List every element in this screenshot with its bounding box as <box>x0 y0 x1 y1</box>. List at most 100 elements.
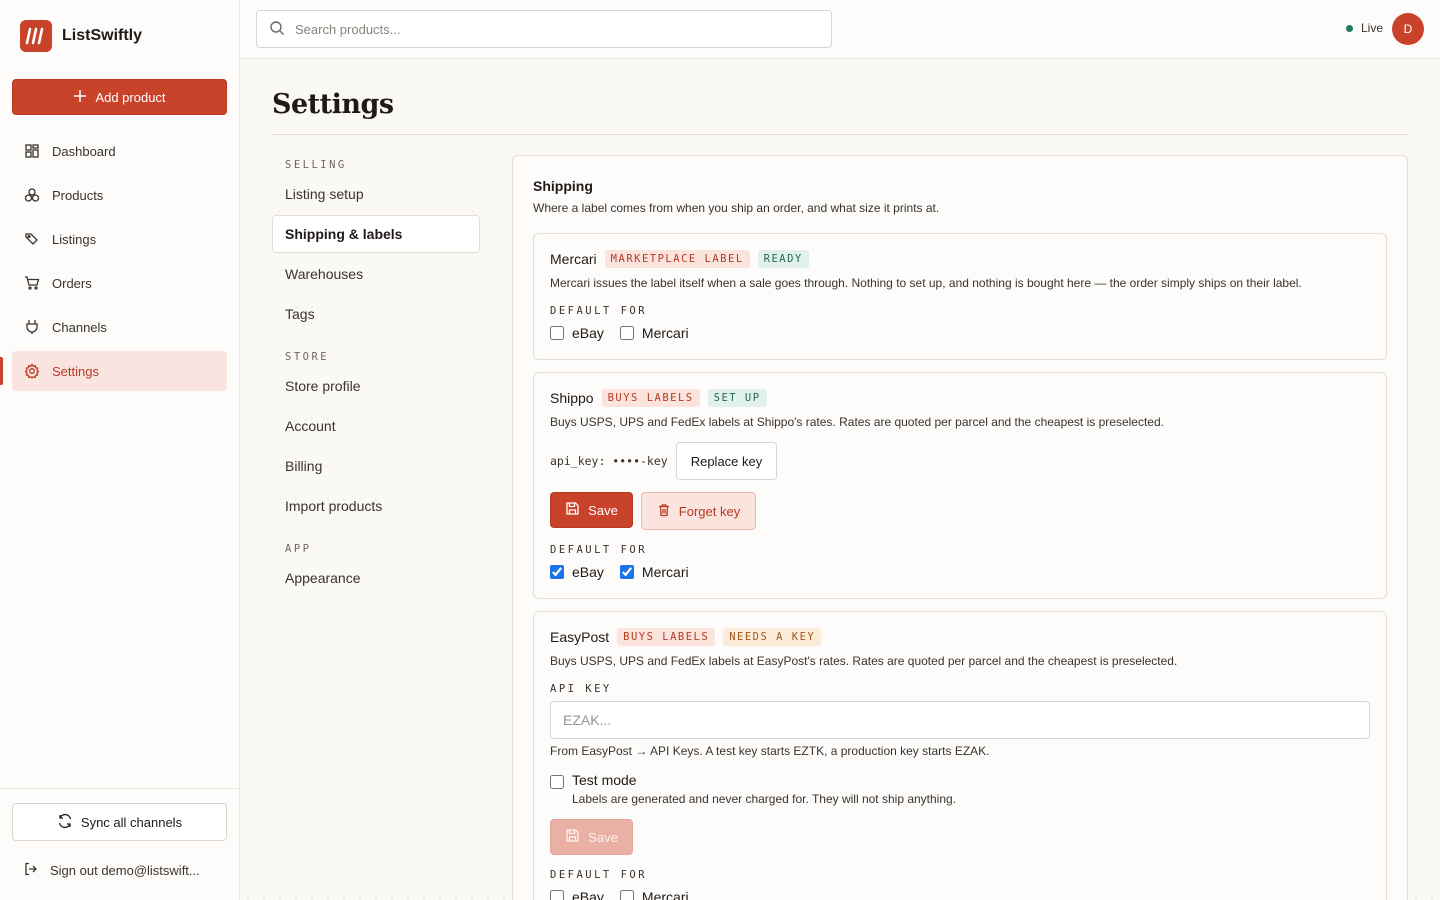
subnav-item-import-products[interactable]: Import products <box>272 487 480 525</box>
forget-key-button[interactable]: Forget key <box>641 492 756 530</box>
save-button[interactable]: Save <box>550 492 633 528</box>
shipping-title: Shipping <box>533 178 593 194</box>
provider-name: Mercari <box>550 251 597 267</box>
gear-icon <box>24 363 40 379</box>
sidebar-item-listings[interactable]: Listings <box>12 219 227 259</box>
plug-icon <box>24 319 40 335</box>
status-badge: NEEDS A KEY <box>723 628 822 646</box>
title-divider <box>272 134 1408 135</box>
default-mercari-checkbox[interactable]: Mercari <box>619 564 689 580</box>
default-for-label: DEFAULT FOR <box>550 869 648 881</box>
api-key-help: From EasyPost → API Keys. A test key sta… <box>550 744 990 758</box>
checkbox-label: eBay <box>572 564 604 580</box>
add-product-button[interactable]: Add product <box>12 79 227 115</box>
subnav-item-shipping-labels[interactable]: Shipping & labels <box>272 215 480 253</box>
subnav-item-tags[interactable]: Tags <box>272 295 480 333</box>
sidebar-item-products[interactable]: Products <box>12 175 227 215</box>
sign-out-label: Sign out demo@listswift... <box>50 863 200 878</box>
provider-card-easypost: EasyPost BUYS LABELS NEEDS A KEY Buys US… <box>533 611 1387 900</box>
checkbox-label: Mercari <box>641 325 689 341</box>
settings-subnav: SELLING Listing setup Shipping & labels … <box>272 155 480 599</box>
brand-logo-icon <box>20 20 52 52</box>
subnav-group-app: APP <box>285 543 312 555</box>
sidebar-footer: Sync all channels Sign out demo@listswif… <box>0 788 239 878</box>
topbar: Live D <box>240 0 1440 59</box>
api-key-input[interactable] <box>550 701 1370 739</box>
default-ebay-checkbox[interactable]: eBay <box>550 564 604 580</box>
status-dot-icon <box>1346 24 1353 32</box>
sidebar-item-channels[interactable]: Channels <box>12 307 227 347</box>
sync-all-channels-button[interactable]: Sync all channels <box>12 803 227 841</box>
sign-out-link[interactable]: Sign out demo@listswift... <box>24 862 224 879</box>
default-for-checks: eBay Mercari <box>550 564 705 580</box>
checkbox-input[interactable] <box>550 565 564 579</box>
live-status: Live <box>1346 21 1383 35</box>
checkbox-label: eBay <box>572 325 604 341</box>
sync-label: Sync all channels <box>80 814 183 830</box>
test-mode-toggle[interactable]: Test mode Labels are generated and never… <box>550 772 956 806</box>
checkbox-input[interactable] <box>550 890 564 900</box>
refresh-icon <box>57 813 73 832</box>
subnav-item-account[interactable]: Account <box>272 407 480 445</box>
default-ebay-checkbox[interactable]: eBay <box>550 325 604 341</box>
avatar[interactable]: D <box>1392 13 1424 45</box>
live-status-label: Live <box>1361 21 1384 35</box>
default-ebay-checkbox[interactable]: eBay <box>550 889 604 900</box>
checkbox-input[interactable] <box>619 890 634 900</box>
subnav-group-store: STORE <box>285 351 330 363</box>
provider-header: Shippo BUYS LABELS SET UP <box>550 389 767 407</box>
subnav-item-warehouses[interactable]: Warehouses <box>272 255 480 293</box>
provider-card-mercari: Mercari MARKETPLACE LABEL READY Mercari … <box>533 233 1387 360</box>
search-input[interactable] <box>295 21 815 37</box>
test-mode-checkbox[interactable] <box>550 775 564 789</box>
products-icon <box>24 187 40 203</box>
provider-description: Buys USPS, UPS and FedEx labels at Shipp… <box>550 415 1164 429</box>
test-mode-label: Test mode <box>572 772 637 788</box>
provider-card-shippo: Shippo BUYS LABELS SET UP Buys USPS, UPS… <box>533 372 1387 599</box>
save-label: Save <box>588 829 618 845</box>
add-product-label: Add product <box>95 89 166 105</box>
tag-icon <box>24 231 40 247</box>
checkbox-label: Mercari <box>641 564 689 580</box>
sidebar-item-dashboard[interactable]: Dashboard <box>12 131 227 171</box>
save-button-disabled[interactable]: Save <box>550 819 633 855</box>
logout-icon <box>24 862 38 879</box>
page-title: Settings <box>272 89 394 120</box>
checkbox-label: Mercari <box>641 889 689 900</box>
checkbox-label: eBay <box>572 889 604 900</box>
sidebar-item-label: Orders <box>52 275 92 291</box>
subnav-item-store-profile[interactable]: Store profile <box>272 367 480 405</box>
subnav-item-billing[interactable]: Billing <box>272 447 480 485</box>
brand-name: ListSwiftly <box>62 27 143 44</box>
api-key-row: api_key: ••••-key Replace key <box>550 442 778 480</box>
checkbox-input[interactable] <box>619 565 634 579</box>
default-mercari-checkbox[interactable]: Mercari <box>619 889 689 900</box>
provider-name: EasyPost <box>550 629 610 645</box>
brand[interactable]: ListSwiftly <box>20 20 142 52</box>
checkbox-input[interactable] <box>550 326 564 340</box>
default-for-label: DEFAULT FOR <box>550 305 648 317</box>
status-badge: SET UP <box>707 389 767 407</box>
sidebar-item-label: Products <box>52 187 104 203</box>
checkbox-input[interactable] <box>619 326 634 340</box>
provider-name: Shippo <box>550 390 594 406</box>
type-badge: MARKETPLACE LABEL <box>604 250 750 268</box>
sidebar-item-settings[interactable]: Settings <box>0 351 227 391</box>
type-badge: BUYS LABELS <box>601 389 700 407</box>
save-icon <box>565 828 580 846</box>
provider-description: Buys USPS, UPS and FedEx labels at EasyP… <box>550 654 1178 668</box>
subnav-item-appearance[interactable]: Appearance <box>272 559 480 597</box>
sidebar-item-orders[interactable]: Orders <box>12 263 227 303</box>
shipping-description: Where a label comes from when you ship a… <box>533 201 940 215</box>
search-icon <box>269 20 285 39</box>
api-key-label: API KEY <box>550 683 612 695</box>
sidebar-item-label: Dashboard <box>52 143 116 159</box>
default-for-label: DEFAULT FOR <box>550 544 648 556</box>
subnav-item-listing-setup[interactable]: Listing setup <box>272 175 480 213</box>
search-bar[interactable] <box>256 10 832 48</box>
replace-key-button[interactable]: Replace key <box>675 442 778 480</box>
provider-header: EasyPost BUYS LABELS NEEDS A KEY <box>550 628 822 646</box>
plus-icon <box>73 89 87 106</box>
default-mercari-checkbox[interactable]: Mercari <box>619 325 689 341</box>
sidebar-item-label: Channels <box>52 319 107 335</box>
